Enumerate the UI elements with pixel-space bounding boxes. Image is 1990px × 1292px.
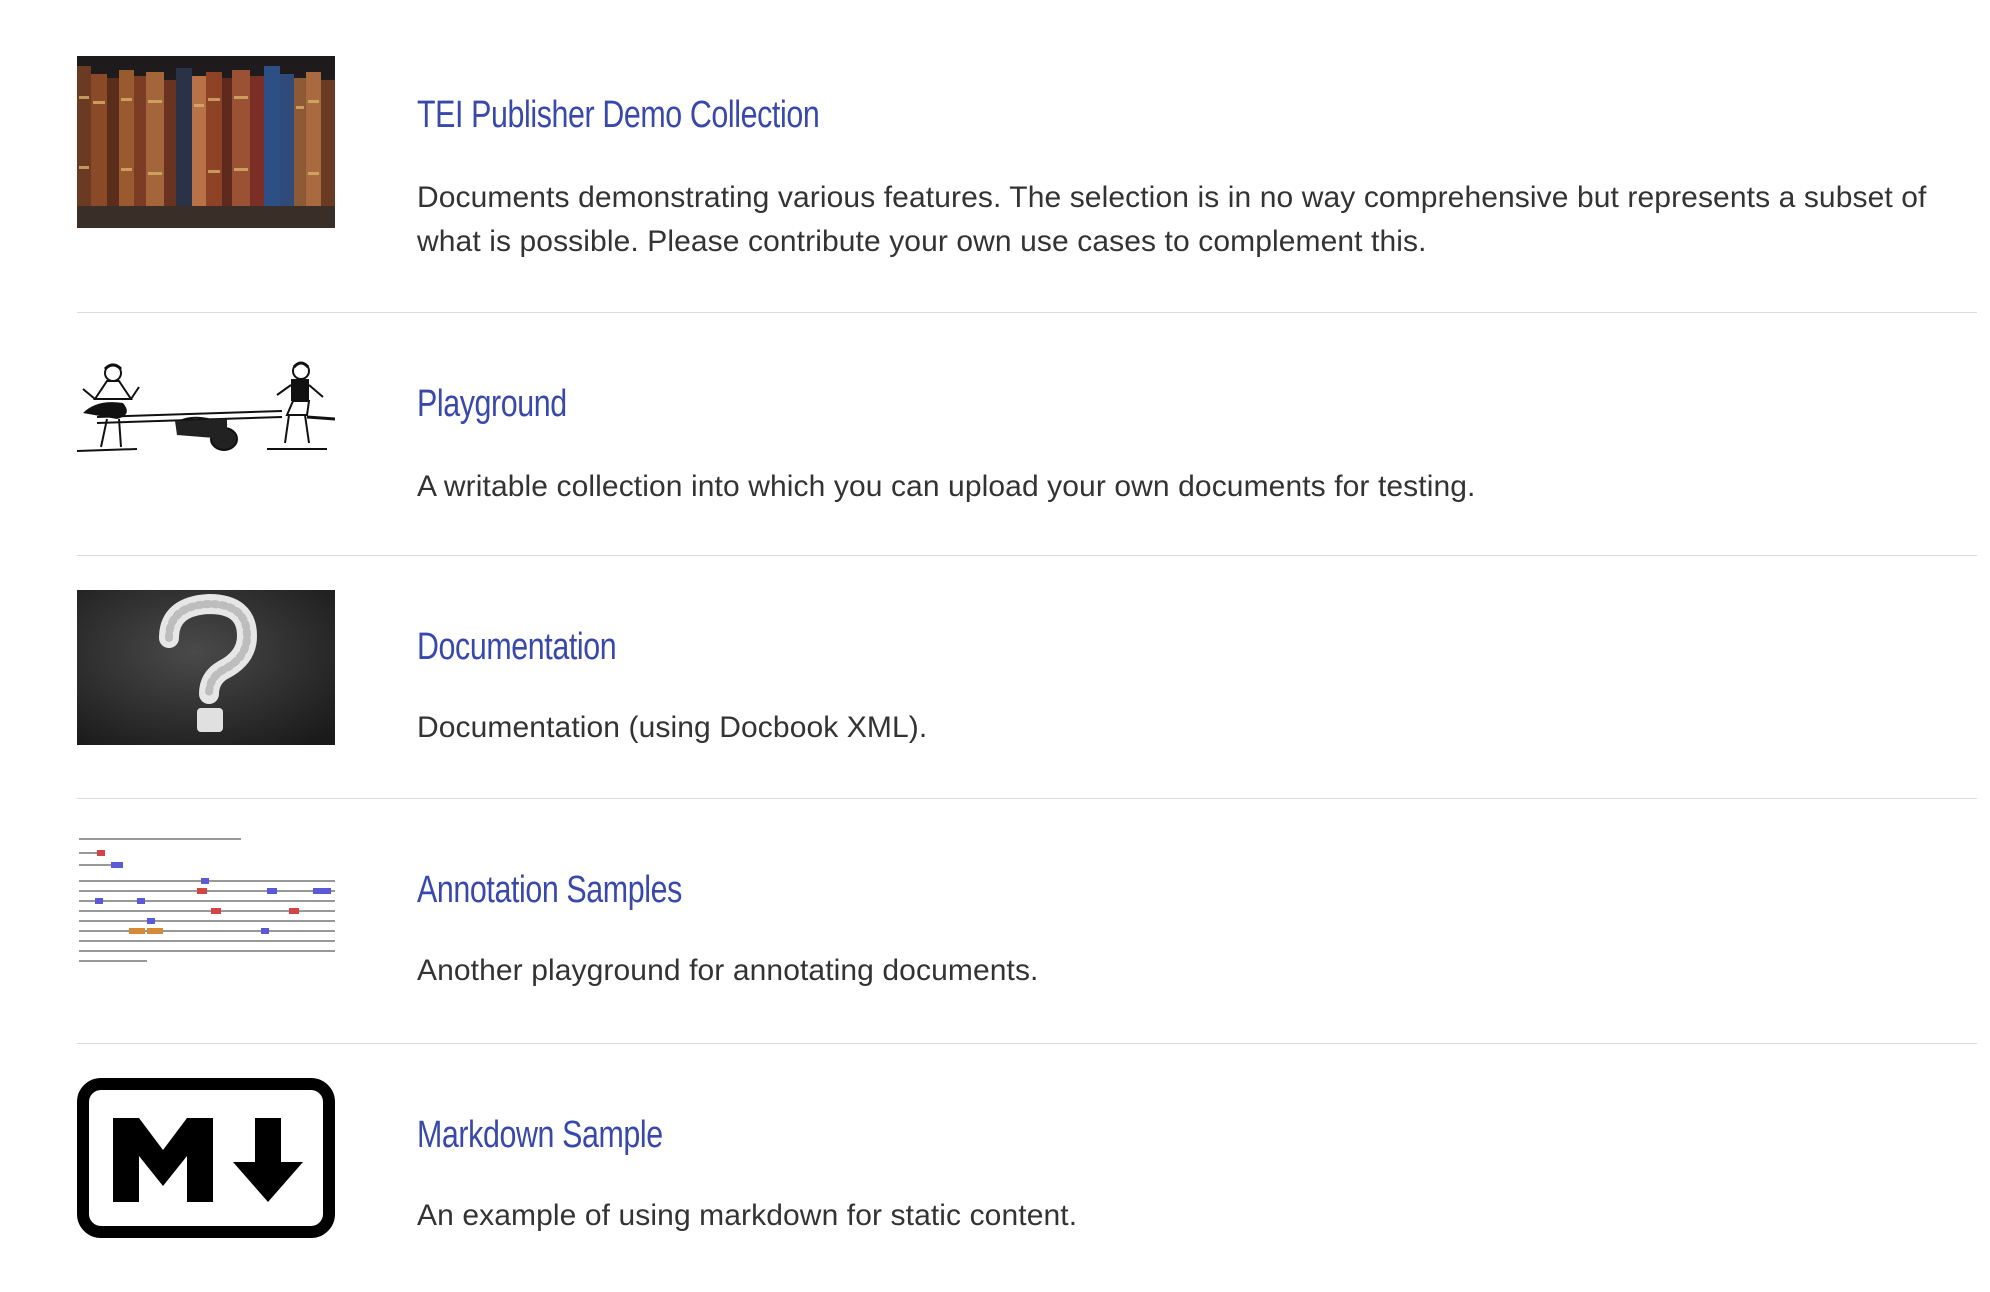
collection-title-link[interactable]: Playground bbox=[417, 383, 567, 426]
collection-description: A writable collection into which you can… bbox=[417, 470, 1476, 503]
markdown-logo-icon[interactable] bbox=[77, 1078, 335, 1238]
seesaw-illustration[interactable] bbox=[77, 359, 335, 459]
collection-title-link[interactable]: Annotation Samples bbox=[417, 869, 682, 912]
collection-description: Another playground for annotating docume… bbox=[417, 954, 1039, 987]
collection-description: Documents demonstrating various features… bbox=[417, 181, 1927, 258]
collection-title-link[interactable]: Markdown Sample bbox=[417, 1114, 663, 1157]
collection-item: Playground A writable collection into wh… bbox=[77, 313, 1977, 556]
collection-list: TEI Publisher Demo Collection Documents … bbox=[77, 30, 1977, 1264]
collection-item: Annotation Samples Another playground fo… bbox=[77, 799, 1977, 1044]
collection-description: Documentation (using Docbook XML). bbox=[417, 711, 928, 744]
bookshelf-image[interactable] bbox=[77, 56, 335, 228]
collection-item: Markdown Sample An example of using mark… bbox=[77, 1044, 1977, 1264]
collection-item: TEI Publisher Demo Collection Documents … bbox=[77, 30, 1977, 313]
annotated-letter-image[interactable] bbox=[77, 835, 335, 965]
collection-title-link[interactable]: TEI Publisher Demo Collection bbox=[417, 94, 820, 137]
collection-description: An example of using markdown for static … bbox=[417, 1199, 1078, 1232]
question-mark-chalkboard-image[interactable] bbox=[77, 590, 335, 745]
collection-item: Documentation Documentation (using Docbo… bbox=[77, 556, 1977, 799]
collection-title-link[interactable]: Documentation bbox=[417, 626, 617, 669]
